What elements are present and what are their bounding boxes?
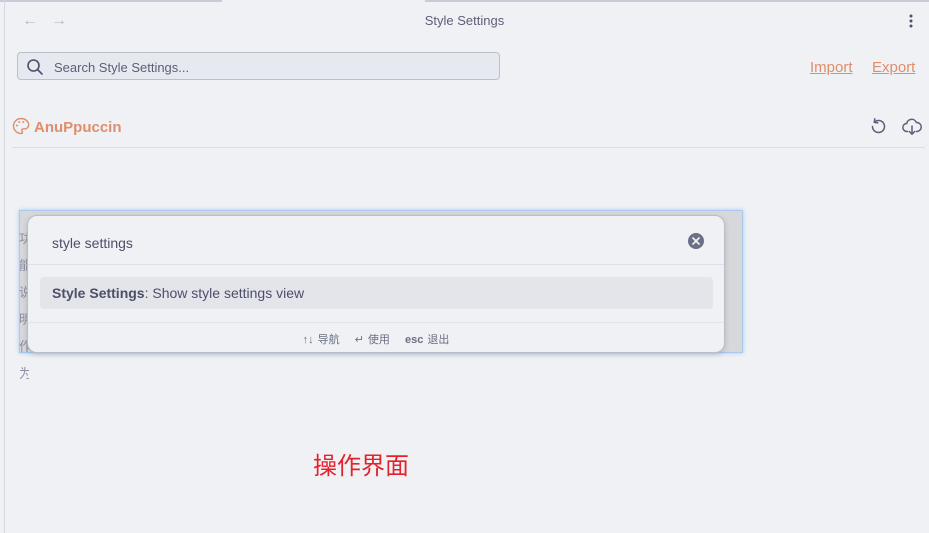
hint-navigate: ↑↓ 导航	[303, 331, 340, 347]
hint-navigate-key: ↑↓	[302, 334, 314, 346]
theme-name: AnuPpuccin	[34, 119, 122, 136]
search-box	[17, 52, 500, 81]
palette-footer: ↑↓ 导航 ↵ 使用 esc 退出	[28, 331, 724, 347]
divider	[28, 264, 724, 265]
export-button[interactable]: Export	[872, 59, 915, 76]
hint-use-label: 使用	[367, 334, 390, 346]
clear-icon[interactable]	[687, 232, 705, 250]
search-input[interactable]	[52, 53, 486, 81]
more-vertical-icon[interactable]	[905, 11, 917, 31]
tab-edge-right	[425, 0, 929, 2]
download-icon[interactable]	[902, 117, 922, 137]
hint-navigate-label: 导航	[317, 334, 340, 346]
divider	[28, 322, 724, 323]
suggestion-plugin: Style Settings	[52, 285, 145, 301]
palette-icon	[12, 117, 30, 135]
import-button[interactable]: Import	[810, 59, 853, 76]
annotation-text: 操作界面	[313, 453, 409, 480]
hint-exit-label: 退出	[427, 334, 450, 346]
hint-use-key: ↵	[354, 334, 364, 346]
search-icon	[27, 59, 43, 75]
hint-use: ↵ 使用	[355, 331, 390, 347]
command-palette: Style Settings: Show style settings view…	[27, 215, 725, 353]
view-title: Style Settings	[424, 13, 505, 28]
pane-border	[4, 0, 5, 533]
hint-exit: esc 退出	[405, 331, 449, 347]
suggestion-command: Show style settings view	[152, 285, 305, 301]
command-palette-input[interactable]	[50, 230, 674, 256]
suggestion-item[interactable]: Style Settings: Show style settings view	[40, 277, 713, 309]
tab-edge-left	[0, 0, 222, 2]
hint-exit-key: esc	[404, 334, 424, 346]
reset-icon[interactable]	[868, 117, 888, 137]
divider	[12, 147, 925, 148]
